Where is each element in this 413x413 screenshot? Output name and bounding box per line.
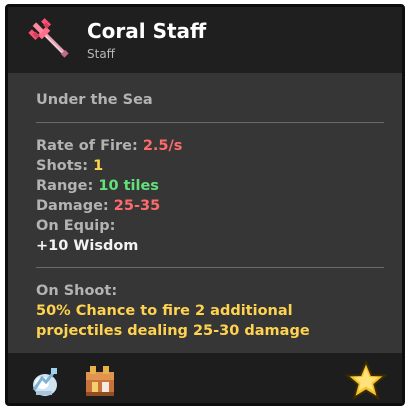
shots-row: Shots: 1: [36, 158, 103, 174]
shots-value: 1: [93, 158, 104, 174]
backpack-icon: [86, 366, 114, 396]
on-equip-value: +10 Wisdom: [36, 238, 139, 254]
tooltip-footer: [8, 353, 402, 403]
range-row: Range: 10 tiles: [36, 178, 159, 194]
divider: [36, 122, 384, 123]
divider: [36, 267, 384, 268]
rate-of-fire-label: Rate of Fire:: [36, 138, 138, 154]
item-tooltip-card: Coral Staff Staff Under the Sea Rate of …: [5, 4, 405, 406]
range-label: Range:: [36, 178, 94, 194]
on-equip-label: On Equip:: [36, 218, 116, 234]
on-shoot-effect-line-2: projectiles dealing 25-30 damage: [36, 323, 310, 339]
coral-staff-icon: [28, 18, 69, 58]
on-shoot-effect-line-1: 50% Chance to fire 2 additional: [36, 303, 293, 319]
damage-label: Damage:: [36, 198, 109, 214]
shots-label: Shots:: [36, 158, 89, 174]
damage-value: 25-35: [113, 198, 161, 214]
tooltip-header: Coral Staff Staff: [8, 7, 402, 73]
item-type: Staff: [87, 47, 115, 61]
favorite-star-icon[interactable]: [344, 360, 388, 402]
item-name: Coral Staff: [87, 19, 207, 43]
rate-of-fire-row: Rate of Fire: 2.5/s: [36, 138, 182, 154]
soulbound-icon: [32, 368, 57, 396]
tooltip-body: Under the Sea Rate of Fire: 2.5/s Shots:…: [8, 73, 402, 363]
rate-of-fire-value: 2.5/s: [142, 138, 183, 154]
range-value: 10 tiles: [98, 178, 159, 194]
item-description: Under the Sea: [36, 92, 153, 108]
damage-row: Damage: 25-35: [36, 198, 160, 214]
on-shoot-label: On Shoot:: [36, 283, 118, 299]
